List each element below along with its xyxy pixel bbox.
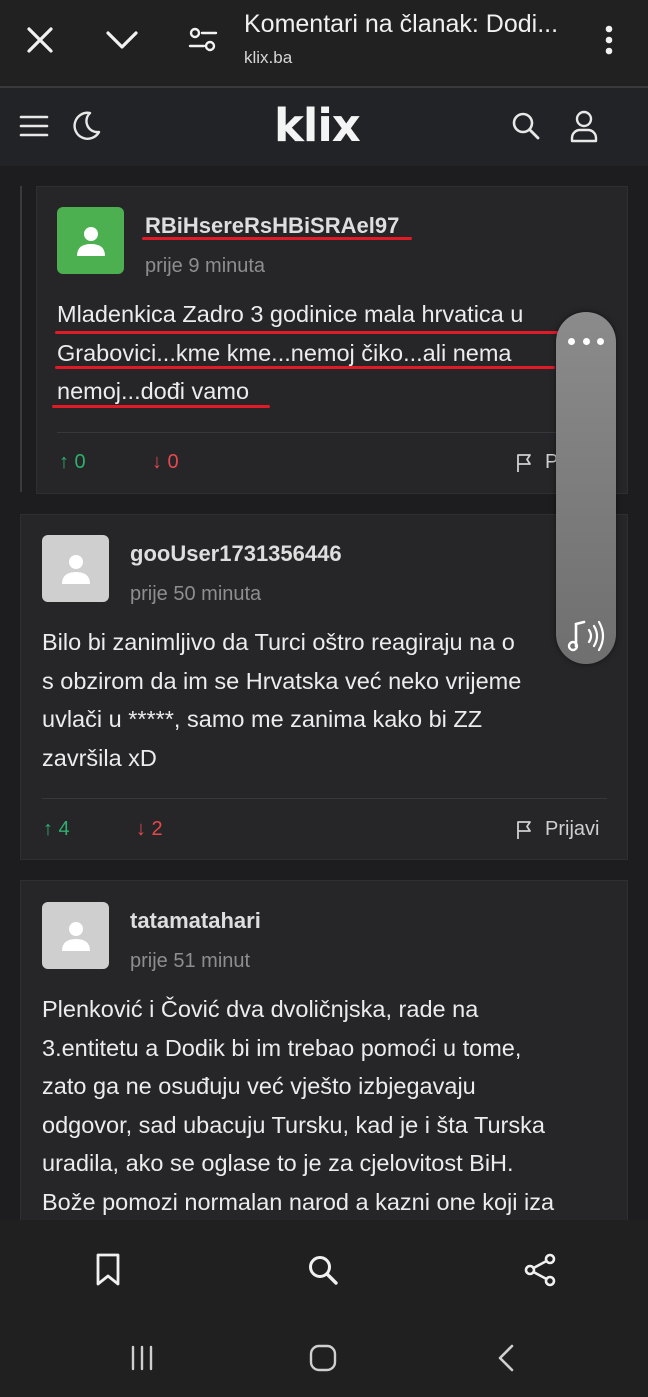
reply-thread-line <box>20 186 22 492</box>
music-note-icon[interactable] <box>566 616 606 656</box>
menu-icon[interactable] <box>14 106 54 146</box>
more-vert-icon[interactable] <box>589 20 629 60</box>
upvote-button[interactable]: ↑ 4 <box>43 818 70 841</box>
upvote-button[interactable]: ↑ 0 <box>59 451 86 474</box>
home-icon[interactable] <box>303 1338 343 1378</box>
flag-icon <box>517 453 531 472</box>
comment-text-line: odgovor, sad ubacuju Tursku, kad je i št… <box>42 1111 545 1138</box>
avatar[interactable] <box>57 207 124 274</box>
comment-time: prije 51 minut <box>130 950 251 972</box>
comment-text-line: s obzirom da im se Hrvatska već neko vri… <box>42 667 522 694</box>
downvote-button[interactable]: ↓ 0 <box>152 451 179 474</box>
divider <box>42 798 607 799</box>
user-icon[interactable] <box>564 106 604 146</box>
moon-icon[interactable] <box>66 106 106 146</box>
comment-card: tatamatahari prije 51 minut Plenković i … <box>20 880 628 1220</box>
comment-text-line: Bože pomozi normalan narod a kazni one k… <box>42 1188 555 1215</box>
close-icon[interactable] <box>20 20 60 60</box>
comment-text: Mladenkica Zadro 3 godinice mala hrvatic… <box>57 295 617 411</box>
tune-icon[interactable] <box>183 20 223 60</box>
annotation-underline <box>142 237 412 240</box>
comment-text-line: Bilo bi zanimljivo da Turci oštro reagir… <box>42 629 515 655</box>
share-icon[interactable] <box>518 1248 562 1292</box>
comment-time: prije 9 minuta <box>145 255 266 277</box>
search-icon[interactable] <box>506 106 546 146</box>
klix-logo[interactable]: klix <box>274 100 361 152</box>
page-url: klix.ba <box>244 48 293 67</box>
comment-username[interactable]: RBiHsereRsHBiSRAel97 <box>145 213 399 239</box>
comment-card: gooUser1731356446 prije 50 minuta Bilo b… <box>20 514 628 860</box>
comment-text: Bilo bi zanimljivo da Turci oštro reagir… <box>42 623 622 777</box>
comment-text-line: zato ga ne osuđuju već vješto izbjegavaj… <box>42 1073 476 1099</box>
bookmark-icon[interactable] <box>86 1248 130 1292</box>
more-horiz-icon[interactable] <box>568 334 604 348</box>
bottom-toolbar <box>0 1220 648 1318</box>
flag-icon <box>517 820 531 839</box>
comment-text-line: Mladenkica Zadro 3 godinice mala hrvatic… <box>57 301 524 327</box>
comment-text-line: Plenković i Čović dva dvoličnjska, rade … <box>42 996 479 1022</box>
audio-player-pill[interactable] <box>556 312 616 664</box>
search-icon[interactable] <box>301 1248 345 1292</box>
back-icon[interactable] <box>486 1338 526 1378</box>
avatar[interactable] <box>42 535 109 602</box>
comment-text-line: 3.entitetu a Dodik bi im trebao pomoći u… <box>42 1034 522 1061</box>
comment-time: prije 50 minuta <box>130 583 262 605</box>
report-label: Prijavi <box>545 818 600 840</box>
page-title: Komentari na članak: Dodi... <box>244 10 559 38</box>
annotation-underline <box>55 366 555 369</box>
comments-list: RBiHsereRsHBiSRAel97 prije 9 minuta Mlad… <box>0 166 648 1220</box>
comment-text-line: uvlači u *****, samo me zanima kako bi Z… <box>42 706 483 732</box>
annotation-underline <box>52 405 270 408</box>
comment-card: RBiHsereRsHBiSRAel97 prije 9 minuta Mlad… <box>36 186 628 494</box>
comment-username[interactable]: tatamatahari <box>130 908 261 934</box>
downvote-button[interactable]: ↓ 2 <box>136 818 163 841</box>
divider <box>57 432 607 433</box>
comment-username[interactable]: gooUser1731356446 <box>130 541 342 567</box>
browser-toolbar: Komentari na članak: Dodi... klix.ba <box>0 0 648 88</box>
annotation-underline <box>55 331 585 334</box>
avatar[interactable] <box>42 902 109 969</box>
recent-apps-icon[interactable] <box>122 1338 162 1378</box>
chevron-down-icon[interactable] <box>102 20 142 60</box>
report-button[interactable]: P <box>515 451 558 474</box>
comment-text: Plenković i Čović dva dvoličnjska, rade … <box>42 990 622 1220</box>
comment-text-line: završila xD <box>42 744 157 771</box>
comment-text-line: uradila, ako se oglase to je za cjelovit… <box>42 1150 514 1176</box>
report-button[interactable]: Prijavi <box>515 818 599 841</box>
system-nav-bar <box>0 1318 648 1397</box>
